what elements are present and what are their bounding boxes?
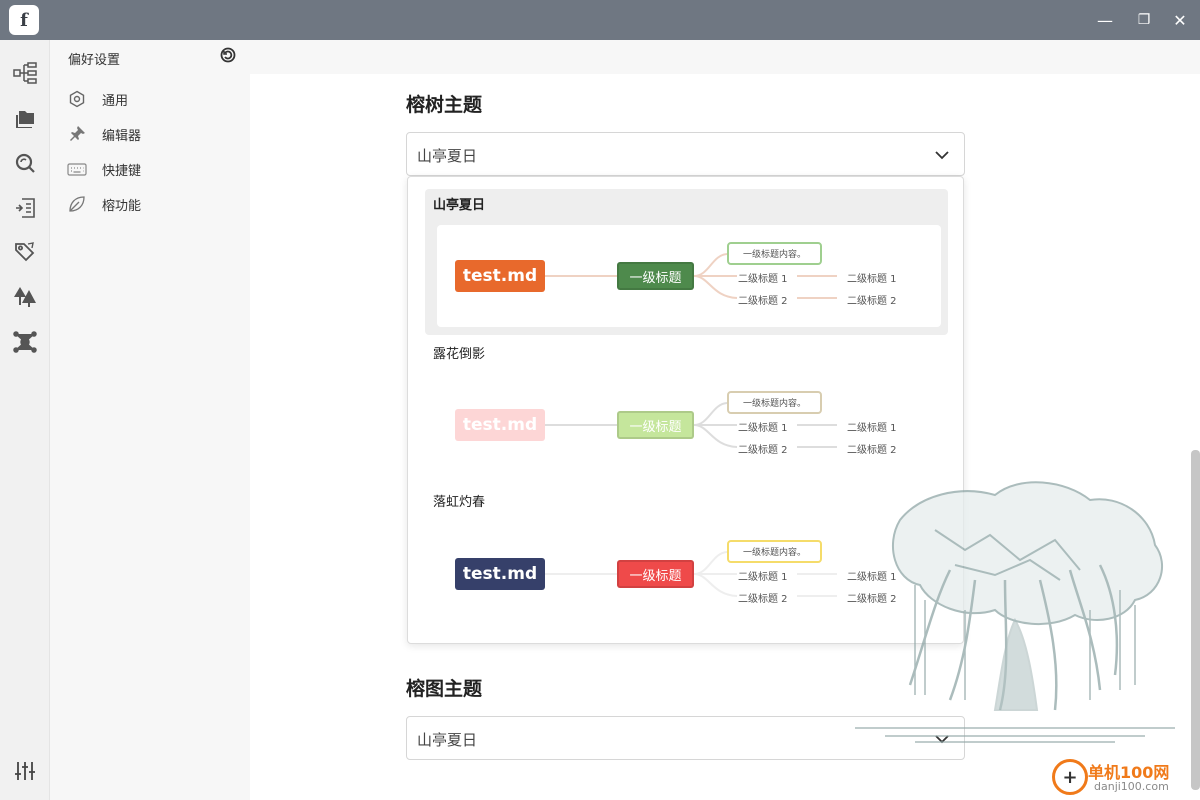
leaf-icon (66, 193, 88, 215)
sidebar-item-label: 编辑器 (102, 128, 142, 144)
banyan-tree-illustration (855, 470, 1185, 750)
minimize-button[interactable]: — (1087, 0, 1123, 40)
close-button[interactable]: ✕ (1162, 0, 1198, 40)
outline-tree-icon[interactable] (10, 58, 40, 88)
sidebar-item-label: 榕功能 (102, 198, 142, 214)
tag-icon[interactable] (10, 237, 40, 267)
keyboard-icon (66, 158, 88, 180)
title-bar: f — ❐ ✕ (0, 0, 1200, 40)
brand-url: danji100.com (1094, 780, 1169, 793)
preview-root-node: test.md (455, 409, 545, 441)
preview-h2-node: 二级标题 2 (738, 445, 788, 456)
scrollbar[interactable] (1191, 450, 1200, 790)
outline-doc-icon[interactable] (10, 193, 40, 223)
preview-content-node: 一级标题内容。 (727, 540, 822, 563)
preview-h2-node: 二级标题 2 (738, 296, 788, 307)
sidebar-item-editor[interactable]: 编辑器 (66, 122, 236, 146)
connector-line (693, 402, 728, 426)
tree-theme-select-value: 山亭夏日 (417, 147, 478, 165)
sidebar-item-label: 快捷键 (102, 163, 142, 179)
theme-option-label[interactable]: 山亭夏日 (433, 194, 485, 213)
pin-icon (66, 123, 88, 145)
preview-h2-node: 二级标题 2 (738, 594, 788, 605)
preview-root-node: test.md (455, 260, 545, 292)
preview-h1-node: 一级标题 (617, 560, 694, 588)
preview-h2-node: 二级标题 1 (738, 423, 788, 434)
preview-h1-node: 一级标题 (617, 262, 694, 290)
icon-rail (0, 40, 50, 800)
sidebar-item-label: 通用 (102, 93, 129, 109)
connector-line (693, 551, 728, 575)
app-logo: f (9, 5, 39, 35)
settings-sidebar: 偏好设置 通用 编辑器 快捷键 榕功能 (50, 40, 250, 800)
site-watermark: + 单机100网 danji100.com (1050, 757, 1200, 800)
preview-root-node: test.md (455, 558, 545, 590)
sidebar-title: 偏好设置 (68, 53, 121, 68)
brand-logo-icon: + (1052, 759, 1088, 795)
sidebar-item-banyan-features[interactable]: 榕功能 (66, 192, 236, 216)
preview-h2-node: 二级标题 1 (738, 274, 788, 285)
theme-option-preview[interactable]: test.md 一级标题 一级标题内容。二级标题 1 二级标题 2 二级标题 1 二级标题… (437, 225, 941, 327)
top-band (250, 40, 1200, 74)
theme-option-preview[interactable]: test.md 一级标题 一级标题内容。二级标题 1 二级标题 2 二级标题 1 二级标题… (437, 374, 941, 476)
preview-h3-node: 二级标题 1 (847, 274, 897, 285)
search-refresh-icon[interactable] (10, 148, 40, 178)
connector-line (693, 424, 738, 448)
forest-icon[interactable] (10, 282, 40, 312)
connector-line (693, 275, 738, 299)
preview-h3-node: 二级标题 2 (847, 296, 897, 307)
reset-icon[interactable] (220, 47, 236, 63)
hexagon-gear-icon (66, 88, 88, 110)
preview-h1-node: 一级标题 (617, 411, 694, 439)
tree-theme-title: 榕树主题 (406, 94, 483, 116)
folders-icon[interactable] (10, 103, 40, 133)
preview-h3-node: 二级标题 1 (847, 423, 897, 434)
tree-theme-select[interactable]: 山亭夏日 (406, 132, 965, 176)
sliders-icon[interactable] (10, 756, 40, 786)
graph-icon[interactable] (10, 327, 40, 357)
theme-option-label[interactable]: 落虹灼春 (433, 491, 485, 510)
restore-button[interactable]: ❐ (1126, 0, 1162, 40)
connector-line (693, 253, 728, 277)
chevron-down-icon (934, 147, 950, 163)
graph-theme-title: 榕图主题 (406, 678, 483, 700)
preview-h2-node: 二级标题 1 (738, 572, 788, 583)
sidebar-item-shortcuts[interactable]: 快捷键 (66, 157, 236, 181)
graph-theme-select-value: 山亭夏日 (417, 731, 478, 749)
preview-content-node: 一级标题内容。 (727, 242, 822, 265)
connector-line (693, 573, 738, 597)
theme-option-label[interactable]: 露花倒影 (433, 343, 485, 362)
preview-h3-node: 二级标题 2 (847, 445, 897, 456)
sidebar-item-general[interactable]: 通用 (66, 87, 236, 111)
preview-content-node: 一级标题内容。 (727, 391, 822, 414)
